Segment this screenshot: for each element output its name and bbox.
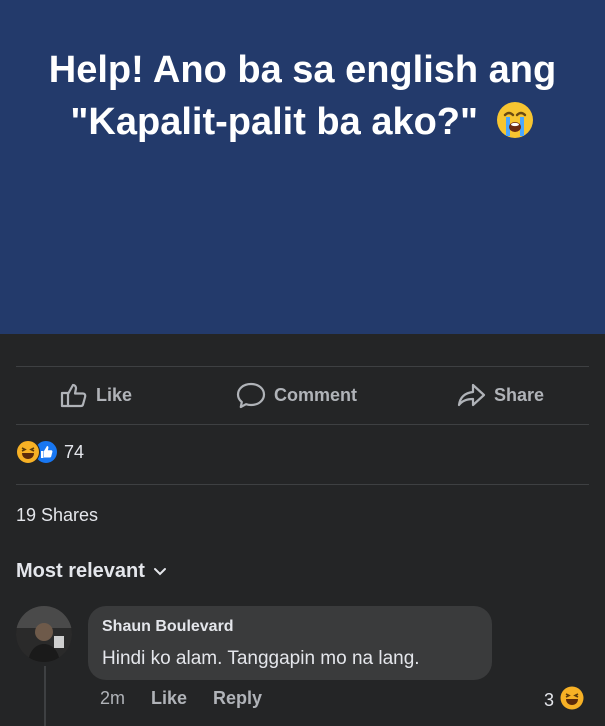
comment-author[interactable]: Shaun Boulevard: [102, 618, 234, 636]
comment-thread-line: [44, 666, 46, 726]
comment-bubble[interactable]: Shaun Boulevard Hindi ko alam. Tanggapin…: [88, 606, 492, 680]
comment-reaction-summary[interactable]: 3: [544, 686, 584, 715]
crying-face-icon: [495, 100, 535, 154]
comment-reply-button[interactable]: Reply: [213, 688, 262, 709]
haha-reaction-icon: [16, 440, 40, 464]
avatar[interactable]: [16, 606, 72, 662]
comment-button[interactable]: Comment: [236, 366, 357, 424]
comment-text: Hindi ko alam. Tanggapin mo na lang.: [102, 648, 420, 669]
chevron-down-icon: [153, 560, 167, 583]
haha-reaction-icon: [560, 686, 584, 715]
comment-meta: 2m Like Reply: [100, 688, 262, 709]
share-button[interactable]: Share: [456, 366, 544, 424]
comment-like-button[interactable]: Like: [151, 688, 187, 709]
post-image-card[interactable]: Help! Ano ba sa english ang "Kapalit-pal…: [0, 0, 605, 334]
comment-bubble-icon: [236, 381, 266, 409]
share-arrow-icon: [456, 382, 486, 408]
reactions-summary[interactable]: 74: [16, 440, 84, 464]
comment-button-label: Comment: [274, 384, 358, 405]
comment-reaction-count: 3: [544, 690, 555, 710]
thumbs-up-icon: [60, 382, 88, 408]
comment-sort-dropdown[interactable]: Most relevant: [16, 560, 167, 583]
post-action-bar: Like Comment Share: [0, 366, 605, 424]
shares-count[interactable]: 19 Shares: [16, 505, 98, 526]
post-text-content: Help! Ano ba sa english ang "Kapalit-pal…: [48, 49, 557, 143]
reaction-count: 74: [64, 441, 85, 462]
comment-time: 2m: [100, 688, 126, 708]
share-button-label: Share: [494, 384, 545, 405]
divider-bottom: [16, 484, 589, 485]
divider-middle: [16, 424, 589, 425]
post-text: Help! Ano ba sa english ang "Kapalit-pal…: [43, 44, 563, 154]
like-button-label: Like: [96, 384, 133, 405]
like-button[interactable]: Like: [60, 366, 132, 424]
comment-sort-label: Most relevant: [16, 560, 145, 582]
